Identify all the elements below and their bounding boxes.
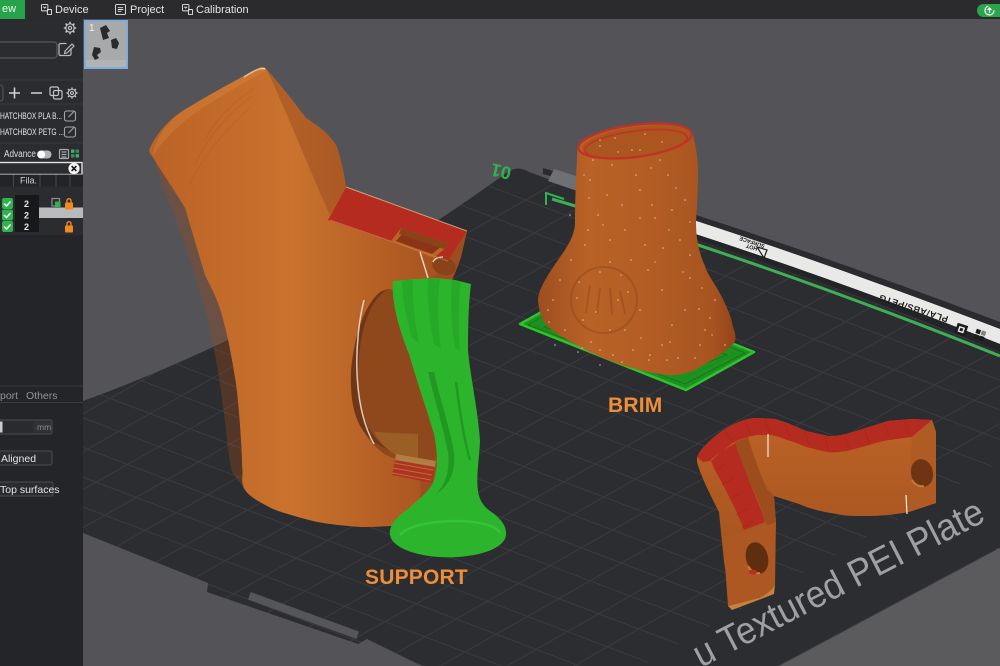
svg-text:SUPPORT: SUPPORT [365, 566, 468, 589]
svg-text:BRIM: BRIM [608, 394, 662, 417]
svg-text:HATCHBOX PETG ...: HATCHBOX PETG ... [0, 127, 64, 137]
svg-text:mm: mm [37, 422, 51, 432]
svg-text:Aligned: Aligned [1, 453, 36, 465]
svg-text:2: 2 [24, 211, 29, 221]
svg-text:Top surfaces: Top surfaces [0, 484, 60, 496]
svg-text:2: 2 [24, 222, 29, 232]
svg-text:Others: Others [26, 390, 58, 402]
svg-text:HATCHBOX PLA B...: HATCHBOX PLA B... [0, 111, 62, 121]
svg-text:2: 2 [24, 199, 29, 209]
svg-text:Advance: Advance [4, 149, 36, 160]
svg-text:port: port [0, 390, 18, 402]
svg-text:Fila.: Fila. [20, 176, 37, 186]
